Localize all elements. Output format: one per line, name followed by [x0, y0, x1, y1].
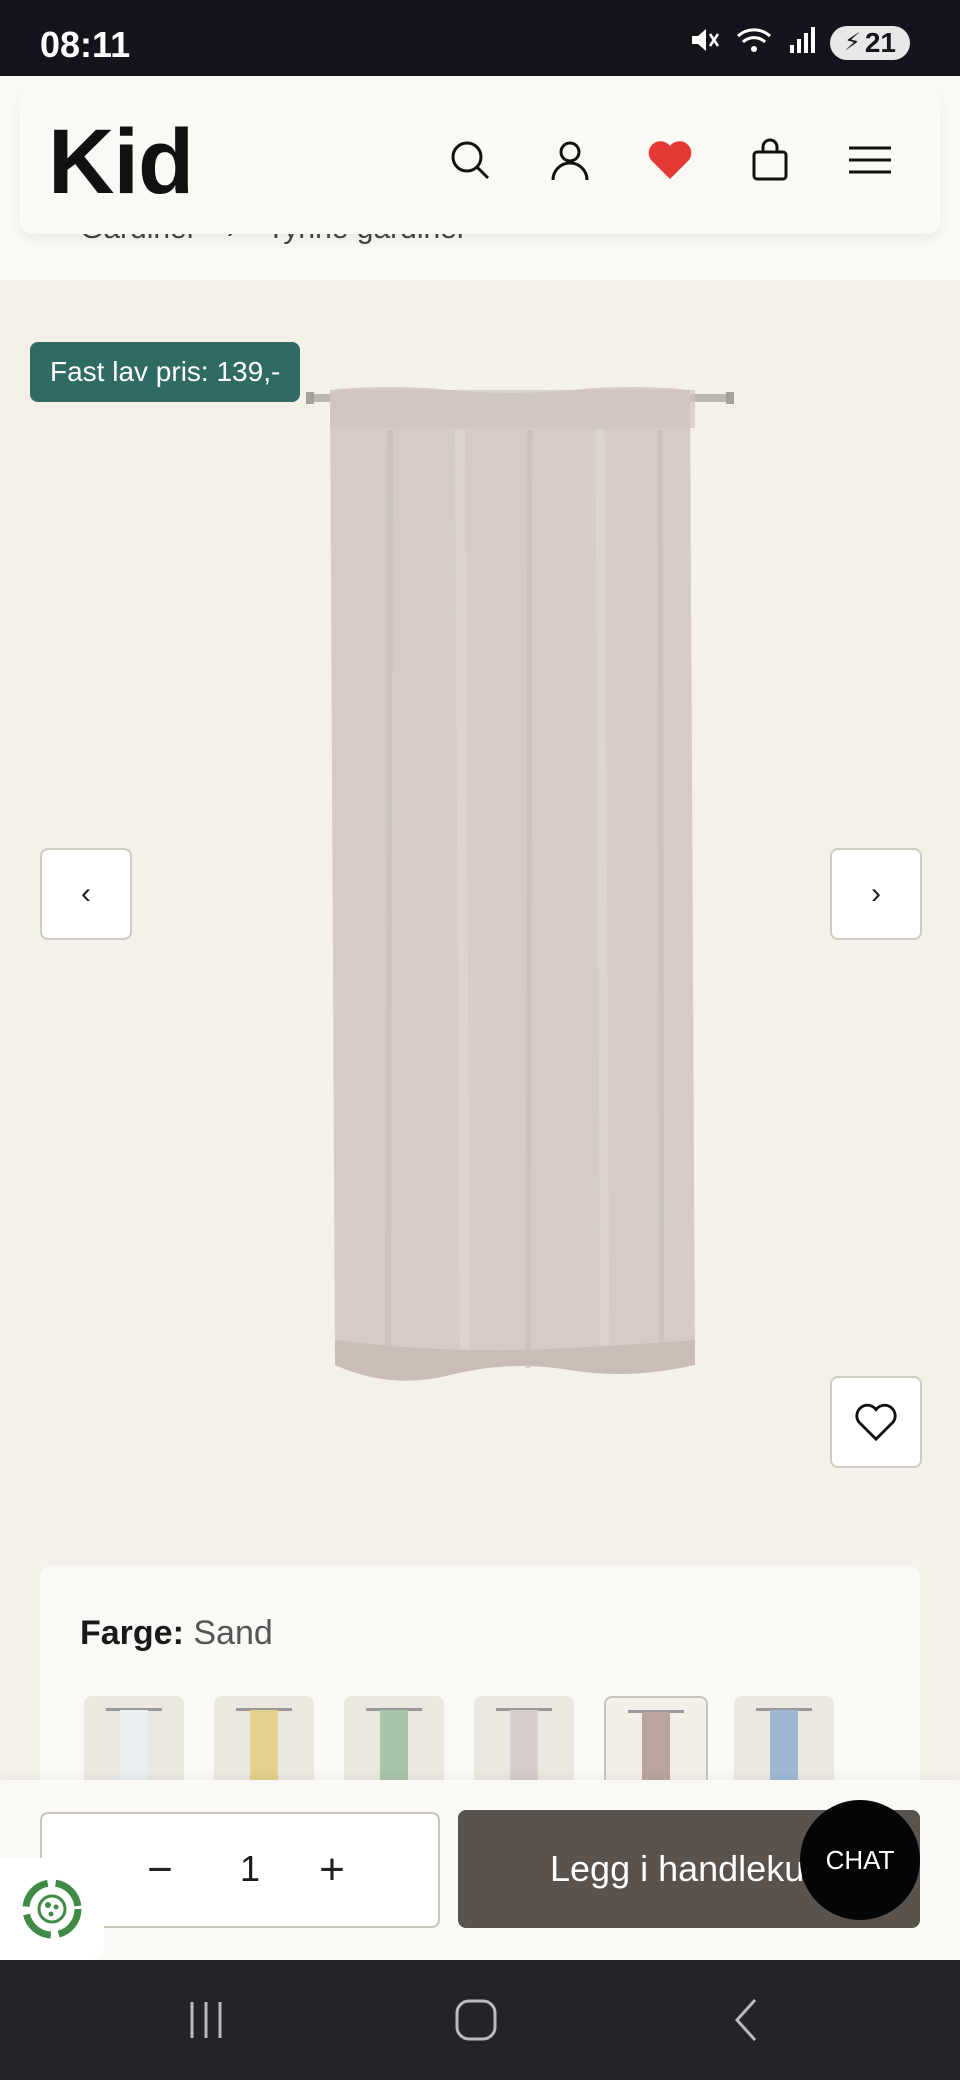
charging-icon: ⚡: [843, 29, 861, 56]
eco-badge[interactable]: [0, 1858, 104, 1960]
user-icon[interactable]: [538, 128, 602, 192]
site-header: Kid: [20, 88, 940, 234]
decrease-quantity-button[interactable]: −: [132, 1842, 188, 1898]
mute-icon: [688, 24, 720, 61]
home-icon[interactable]: [436, 1990, 516, 2050]
add-to-wishlist-button[interactable]: [830, 1376, 922, 1468]
status-icons: ⚡ 21: [688, 24, 910, 61]
signal-icon: [788, 25, 816, 60]
status-time: 08:11: [40, 24, 131, 65]
chevron-left-icon: ‹: [81, 877, 91, 910]
chevron-right-icon: ›: [871, 877, 881, 910]
recents-icon[interactable]: [166, 1990, 246, 2050]
bag-icon[interactable]: [738, 128, 802, 192]
next-image-button[interactable]: ›: [830, 848, 922, 940]
add-to-cart-label: Legg i handlekurv: [550, 1848, 835, 1889]
quantity-value[interactable]: 1: [230, 1848, 270, 1890]
heart-icon[interactable]: [638, 128, 702, 192]
wifi-icon: [734, 24, 774, 61]
system-nav-bar: [0, 1960, 960, 2080]
battery-indicator: ⚡ 21: [829, 25, 910, 60]
back-icon[interactable]: [706, 1990, 786, 2050]
search-icon[interactable]: [438, 128, 502, 192]
price-badge: Fast lav pris: 139,-: [30, 342, 301, 402]
increase-quantity-button[interactable]: +: [304, 1842, 360, 1898]
product-image[interactable]: [300, 380, 740, 1440]
prev-image-button[interactable]: ‹: [40, 848, 132, 940]
menu-icon[interactable]: [838, 128, 902, 192]
heart-outline-icon: [855, 1403, 897, 1442]
color-options: Farge: Sand: [40, 1566, 920, 1810]
color-label: Farge: Sand: [80, 1614, 273, 1653]
status-bar: 08:11 ⚡ 21: [0, 0, 960, 76]
recycle-icon: [22, 1879, 82, 1939]
battery-level: 21: [864, 26, 896, 58]
chat-button[interactable]: CHAT: [800, 1800, 920, 1920]
color-label-title: Farge:: [80, 1614, 184, 1652]
logo[interactable]: Kid: [48, 110, 194, 215]
color-value: Sand: [193, 1614, 273, 1652]
